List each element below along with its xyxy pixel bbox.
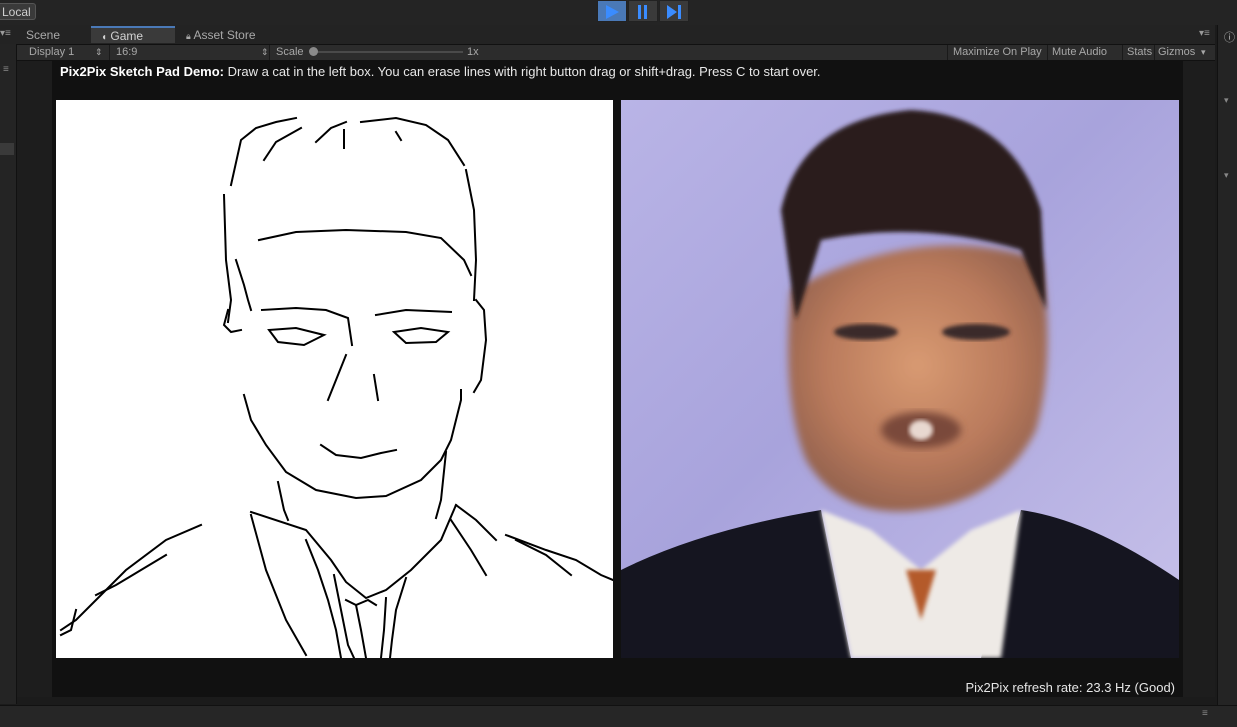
scale-value: 1x (467, 46, 479, 58)
updown-icon: ⇕ (261, 47, 269, 57)
tab-scene-label: Scene (26, 28, 61, 42)
inspector-panel-edge: ⓘ ▾ ▾ (1217, 25, 1237, 705)
step-icon (667, 5, 681, 19)
game-toolbar: Display 1 ⇕ 16:9 ⇕ Scale 1x Maximize On … (17, 45, 1215, 61)
generated-portrait (621, 110, 1179, 658)
tab-game[interactable]: ◖ Game (91, 26, 175, 43)
menu-icon[interactable]: ≡ (1202, 708, 1208, 719)
divider (947, 45, 948, 60)
aspect-dropdown[interactable]: 16:9 (116, 45, 137, 60)
maximize-on-play-toggle[interactable]: Maximize On Play (953, 45, 1042, 60)
tab-game-label: Game (110, 29, 144, 43)
display-dropdown[interactable]: Display 1 (29, 45, 74, 60)
updown-icon: ⇕ (95, 47, 103, 57)
demo-instructions: Pix2Pix Sketch Pad Demo: Draw a cat in t… (60, 64, 821, 79)
divider (1122, 45, 1123, 60)
play-icon (606, 5, 619, 19)
game-view-pad-right (1183, 61, 1215, 697)
pause-button[interactable] (628, 0, 658, 22)
play-button[interactable] (597, 0, 627, 22)
tab-asset-store[interactable]: 🔒︎ Asset Store (186, 27, 282, 44)
sketch-canvas[interactable] (56, 100, 613, 658)
panel-menu-icon[interactable]: ▾≡ (1199, 28, 1210, 39)
info-icon[interactable]: ⓘ (1224, 29, 1235, 45)
tab-asset-store-label: Asset Store (193, 28, 256, 42)
gizmos-dropdown[interactable]: Gizmos (1158, 45, 1195, 60)
lock-icon: 🔒︎ (186, 31, 191, 41)
demo-title: Pix2Pix Sketch Pad Demo: (60, 64, 225, 79)
menu-icon[interactable]: ≡ (3, 64, 9, 75)
stats-toggle[interactable]: Stats (1127, 45, 1152, 60)
tab-menu-icon[interactable]: ▾≡ (0, 28, 11, 39)
divider (1154, 45, 1155, 60)
game-view-pad-left (17, 61, 52, 697)
refresh-rate-label: Pix2Pix refresh rate: 23.3 Hz (Good) (965, 680, 1175, 695)
chevron-down-icon[interactable]: ▾ (1224, 170, 1229, 181)
scale-slider-track[interactable] (313, 51, 463, 53)
selected-row[interactable] (0, 143, 14, 155)
left-panel-edge: ≡ (0, 44, 17, 704)
demo-instructions-text: Draw a cat in the left box. You can eras… (224, 64, 821, 79)
pacman-icon: ◖ (101, 32, 108, 43)
pause-icon (638, 5, 647, 19)
step-button[interactable] (659, 0, 689, 22)
local-dropdown[interactable]: Local (0, 3, 36, 20)
view-tabbar: ▾≡ Scene ◖ Game 🔒︎ Asset Store ▾≡ (0, 25, 1215, 45)
status-bar: ≡ (0, 705, 1237, 727)
playmode-controls (597, 0, 691, 22)
scale-label: Scale (276, 46, 304, 58)
divider (269, 45, 270, 60)
divider (109, 45, 110, 60)
tab-scene[interactable]: Scene (26, 27, 88, 44)
mute-audio-toggle[interactable]: Mute Audio (1052, 45, 1107, 60)
scale-slider-handle[interactable] (309, 47, 318, 56)
sketch-drawing (59, 116, 613, 658)
divider (1047, 45, 1048, 60)
top-toolbar: Local (0, 0, 1237, 25)
generated-image (621, 100, 1179, 658)
chevron-down-icon[interactable]: ▾ (1201, 45, 1206, 60)
chevron-down-icon[interactable]: ▾ (1224, 95, 1229, 106)
